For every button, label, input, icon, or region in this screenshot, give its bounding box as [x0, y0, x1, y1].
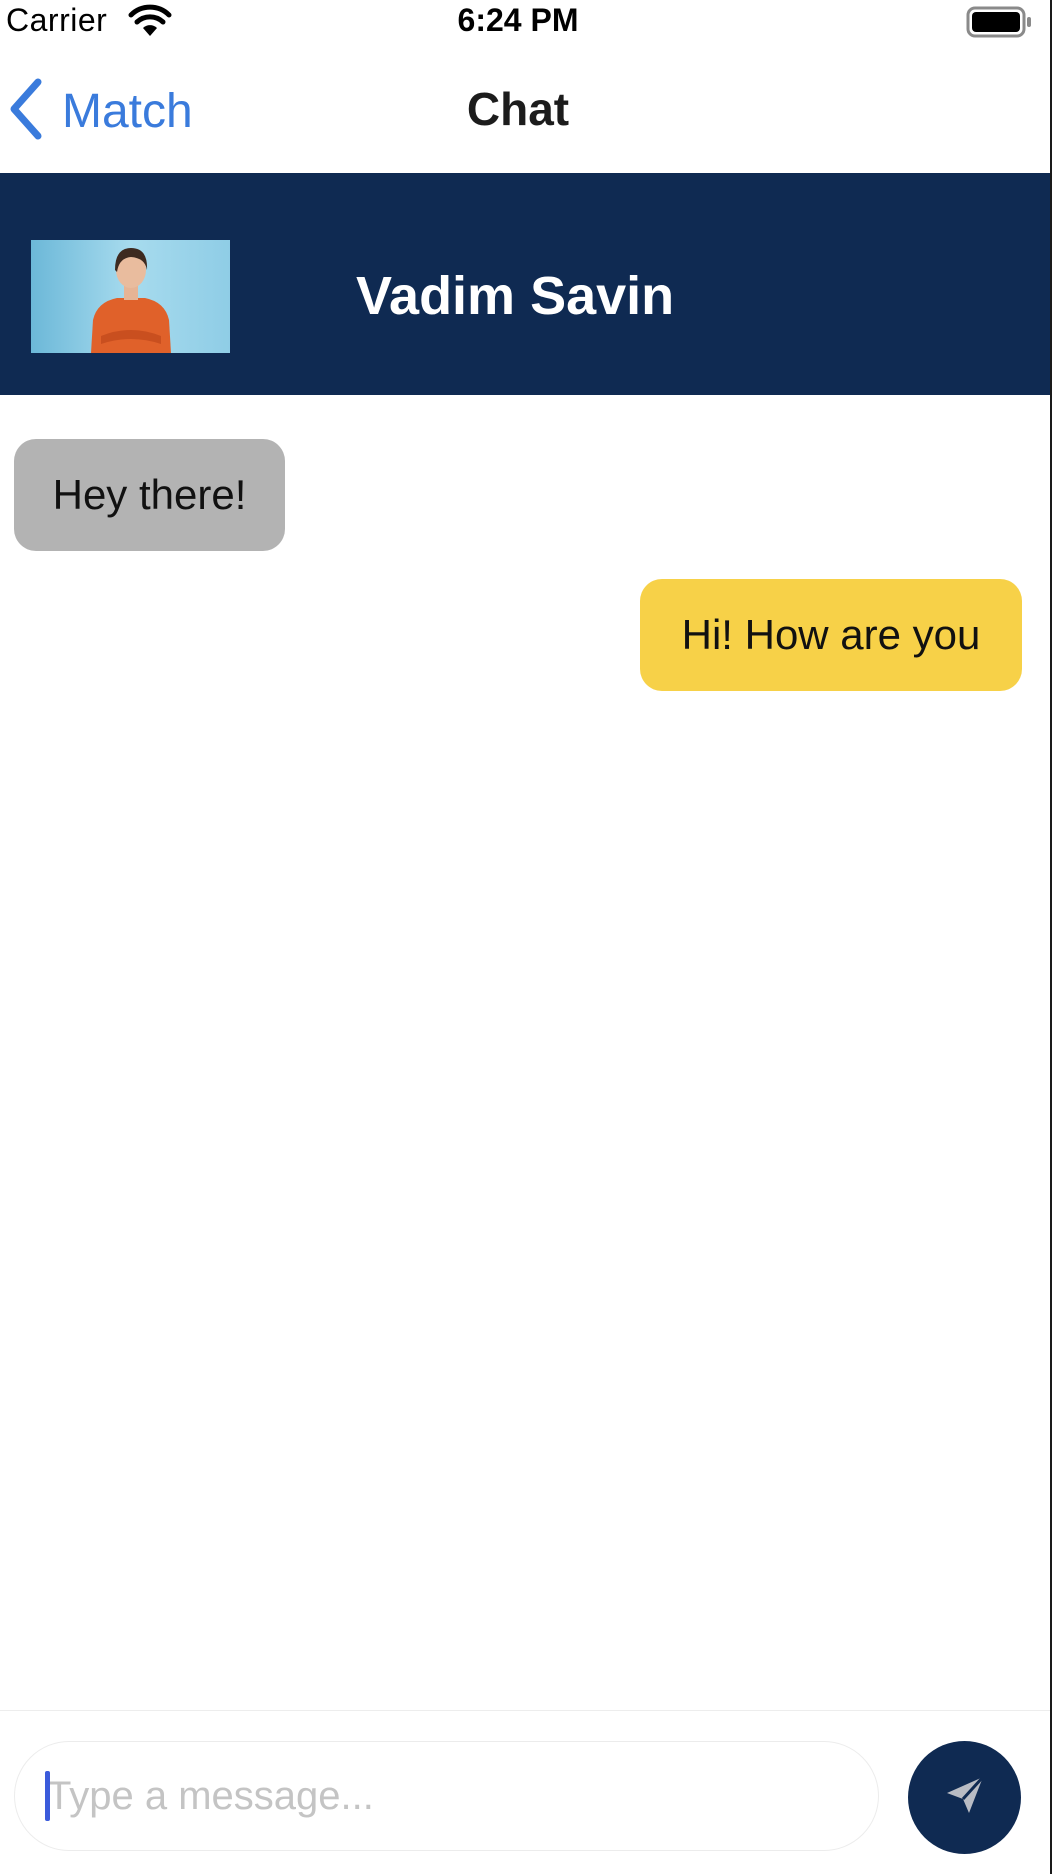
- navigation-bar: Match Chat: [0, 50, 1050, 172]
- text-cursor: [45, 1771, 50, 1821]
- send-icon: [941, 1771, 989, 1824]
- avatar: [31, 240, 230, 353]
- battery-icon: [966, 6, 1032, 43]
- incoming-message-bubble: Hey there!: [14, 439, 285, 551]
- clock: 6:24 PM: [457, 2, 579, 38]
- status-bar: Carrier 6:24 PM: [0, 0, 1050, 48]
- contact-header: Vadim Savin: [0, 173, 1050, 395]
- composer-divider: [0, 1710, 1050, 1711]
- outgoing-message-bubble: Hi! How are you: [640, 579, 1022, 691]
- chat-screen: Carrier 6:24 PM Match Chat Vadim Savin H…: [0, 0, 1052, 1874]
- page-title: Chat: [466, 83, 570, 135]
- message-list: Hey there! Hi! How are you: [0, 395, 1050, 1710]
- contact-name: Vadim Savin: [356, 266, 675, 326]
- send-button[interactable]: [908, 1741, 1021, 1854]
- message-input[interactable]: [14, 1741, 879, 1851]
